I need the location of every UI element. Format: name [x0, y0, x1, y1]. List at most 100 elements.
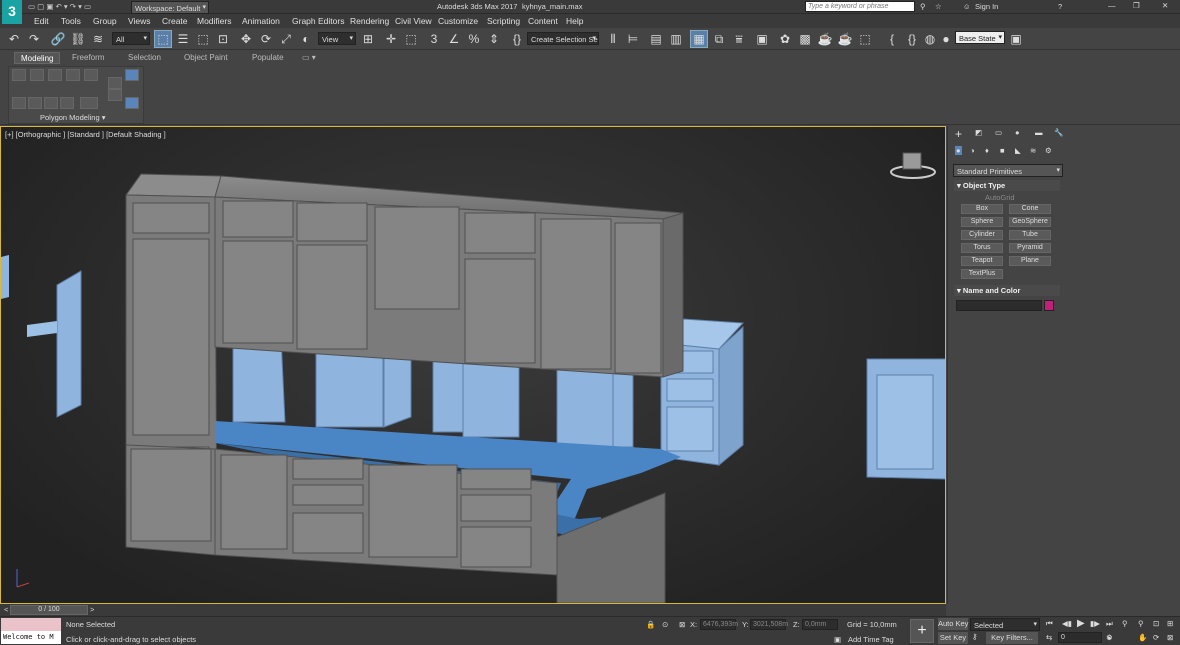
sign-in-link[interactable]: Sign In: [975, 2, 998, 11]
pivot-center-icon[interactable]: ⊞: [360, 31, 376, 47]
tube-button[interactable]: Tube: [1009, 230, 1051, 240]
name-and-color-rollout[interactable]: ▾ Name and Color: [954, 285, 1060, 296]
show-cage-button[interactable]: [44, 97, 58, 109]
object-color-swatch[interactable]: [1044, 300, 1054, 311]
auto-key-button[interactable]: Auto Key: [938, 618, 968, 630]
cylinder-button[interactable]: Cylinder: [961, 230, 1003, 240]
menu-views[interactable]: Views: [128, 16, 151, 26]
favorites-icon[interactable]: ☆: [935, 2, 942, 11]
modify-tab-icon[interactable]: ◩: [975, 128, 982, 137]
zoom-extents-all-icon[interactable]: ⊞: [1167, 619, 1173, 628]
maximize-viewport-icon[interactable]: ⊠: [1167, 633, 1173, 642]
field-of-view-icon[interactable]: ▸: [1108, 633, 1112, 642]
menu-graph-editors[interactable]: Graph Editors: [292, 16, 344, 26]
lights-icon[interactable]: ♦: [985, 146, 989, 155]
scale-icon[interactable]: ⤢: [278, 31, 294, 47]
cone-button[interactable]: Cone: [1009, 204, 1051, 214]
help-icon[interactable]: ?: [1058, 2, 1062, 11]
mirror-icon[interactable]: ⫴: [605, 31, 621, 47]
menu-civil-view[interactable]: Civil View: [395, 16, 432, 26]
maxscript-listener-top[interactable]: [1, 618, 61, 631]
key-filters-button[interactable]: Key Filters...: [986, 632, 1038, 644]
torus-button[interactable]: Torus: [961, 243, 1003, 253]
next-frame-icon[interactable]: ▮▶: [1090, 619, 1100, 628]
set-key-big-button[interactable]: +: [910, 619, 934, 643]
add-time-tag-label[interactable]: Add Time Tag: [848, 635, 894, 644]
select-object-icon[interactable]: ⬚: [154, 30, 172, 48]
prev-frame-icon[interactable]: ◀▮: [1062, 619, 1072, 628]
object-type-rollout[interactable]: ▾ Object Type: [954, 180, 1060, 191]
link-icon[interactable]: 🔗: [50, 31, 66, 47]
pan-icon[interactable]: ✋: [1138, 633, 1147, 642]
render-setup-icon[interactable]: ✿: [777, 31, 793, 47]
x-coordinate-field[interactable]: 6476,393m: [700, 619, 738, 630]
menu-modifiers[interactable]: Modifiers: [197, 16, 231, 26]
edit-named-selection-icon[interactable]: {}: [509, 31, 525, 47]
menu-animation[interactable]: Animation: [242, 16, 280, 26]
named-selection-dropdown[interactable]: Create Selection Se: [527, 32, 599, 45]
menu-edit[interactable]: Edit: [34, 16, 49, 26]
utilities-tab-icon[interactable]: 🔧: [1054, 128, 1063, 137]
sphere-button[interactable]: Sphere: [961, 217, 1003, 227]
state-sets-icon[interactable]: ◍: [922, 31, 938, 47]
modify-mode-button[interactable]: [12, 97, 26, 109]
menu-content[interactable]: Content: [528, 16, 558, 26]
collapse-stack-button[interactable]: [60, 97, 74, 109]
schematic-view-icon[interactable]: ⩸: [731, 31, 747, 47]
viewcube[interactable]: [890, 152, 936, 179]
key-mode-icon[interactable]: ⚷: [972, 632, 978, 641]
select-manipulate-icon[interactable]: ✛: [383, 31, 399, 47]
autogrid-checkbox[interactable]: AutoGrid: [985, 193, 1015, 202]
menu-customize[interactable]: Customize: [438, 16, 478, 26]
orbit-icon[interactable]: ⟳: [1153, 633, 1159, 642]
border-mode-button[interactable]: [48, 69, 62, 81]
keyboard-shortcut-icon[interactable]: ⬚: [403, 31, 419, 47]
restore-icon[interactable]: ❐: [1133, 1, 1140, 10]
close-icon[interactable]: ✕: [1162, 1, 1168, 10]
y-coordinate-field[interactable]: 3021,508m: [750, 619, 788, 630]
unlink-icon[interactable]: ⛓: [70, 31, 86, 47]
move-icon[interactable]: ✥: [238, 31, 254, 47]
geosphere-button[interactable]: GeoSphere: [1009, 217, 1051, 227]
pin-stack-button[interactable]: [108, 77, 122, 89]
render-activeshade-icon[interactable]: ⬚: [857, 31, 873, 47]
script-icon[interactable]: {}: [904, 31, 920, 47]
tab-selection[interactable]: Selection: [122, 52, 167, 64]
isolate-selection-icon[interactable]: ⊙: [662, 620, 668, 629]
go-to-end-icon[interactable]: ⏭: [1106, 619, 1113, 629]
zoom-all-icon[interactable]: ⚲: [1138, 619, 1144, 628]
spacewarps-icon[interactable]: ≋: [1030, 146, 1036, 155]
object-name-field[interactable]: [956, 300, 1042, 311]
key-mode-toggle-icon[interactable]: ⇆: [1046, 633, 1052, 642]
absolute-mode-icon[interactable]: ⊠: [679, 620, 685, 629]
scene-explorer-icon[interactable]: ▥: [668, 31, 684, 47]
material-editor-icon[interactable]: ▣: [754, 31, 770, 47]
angle-snap-icon[interactable]: ∠: [446, 31, 462, 47]
ribbon-toggle-icon[interactable]: ▦: [690, 30, 708, 48]
menu-help[interactable]: Help: [566, 16, 583, 26]
tab-populate[interactable]: Populate: [246, 52, 290, 64]
zoom-icon[interactable]: ⚲: [1122, 619, 1128, 628]
render-iterative-icon[interactable]: ☕: [837, 31, 853, 47]
search-input[interactable]: Type a keyword or phrase: [805, 1, 915, 12]
snaps-toggle-icon[interactable]: 3: [426, 31, 442, 47]
tab-modeling[interactable]: Modeling: [14, 52, 61, 64]
user-icon[interactable]: ☺: [963, 2, 971, 11]
curve-editor-icon[interactable]: ⧉: [711, 31, 727, 47]
go-to-start-icon[interactable]: ⏮: [1046, 619, 1053, 629]
time-slider-prev-icon[interactable]: <: [4, 605, 8, 614]
pyramid-button[interactable]: Pyramid: [1009, 243, 1051, 253]
rotate-icon[interactable]: ⟳: [258, 31, 274, 47]
menu-create[interactable]: Create: [162, 16, 188, 26]
rendered-frame-icon[interactable]: ▩: [797, 31, 813, 47]
use-soft-selection-button[interactable]: [125, 69, 139, 81]
bind-spacewarp-icon[interactable]: ≋: [90, 31, 106, 47]
time-tag-icon[interactable]: ▣: [834, 635, 841, 644]
place-icon[interactable]: ◐: [298, 31, 314, 47]
base-state-dropdown[interactable]: Base State: [955, 31, 1005, 44]
ribbon-side-button[interactable]: [125, 97, 139, 109]
geometry-icon[interactable]: ●: [955, 146, 962, 155]
minimize-icon[interactable]: —: [1108, 1, 1116, 10]
menu-scripting[interactable]: Scripting: [487, 16, 520, 26]
ribbon-options-icon[interactable]: ▭ ▾: [296, 52, 322, 64]
